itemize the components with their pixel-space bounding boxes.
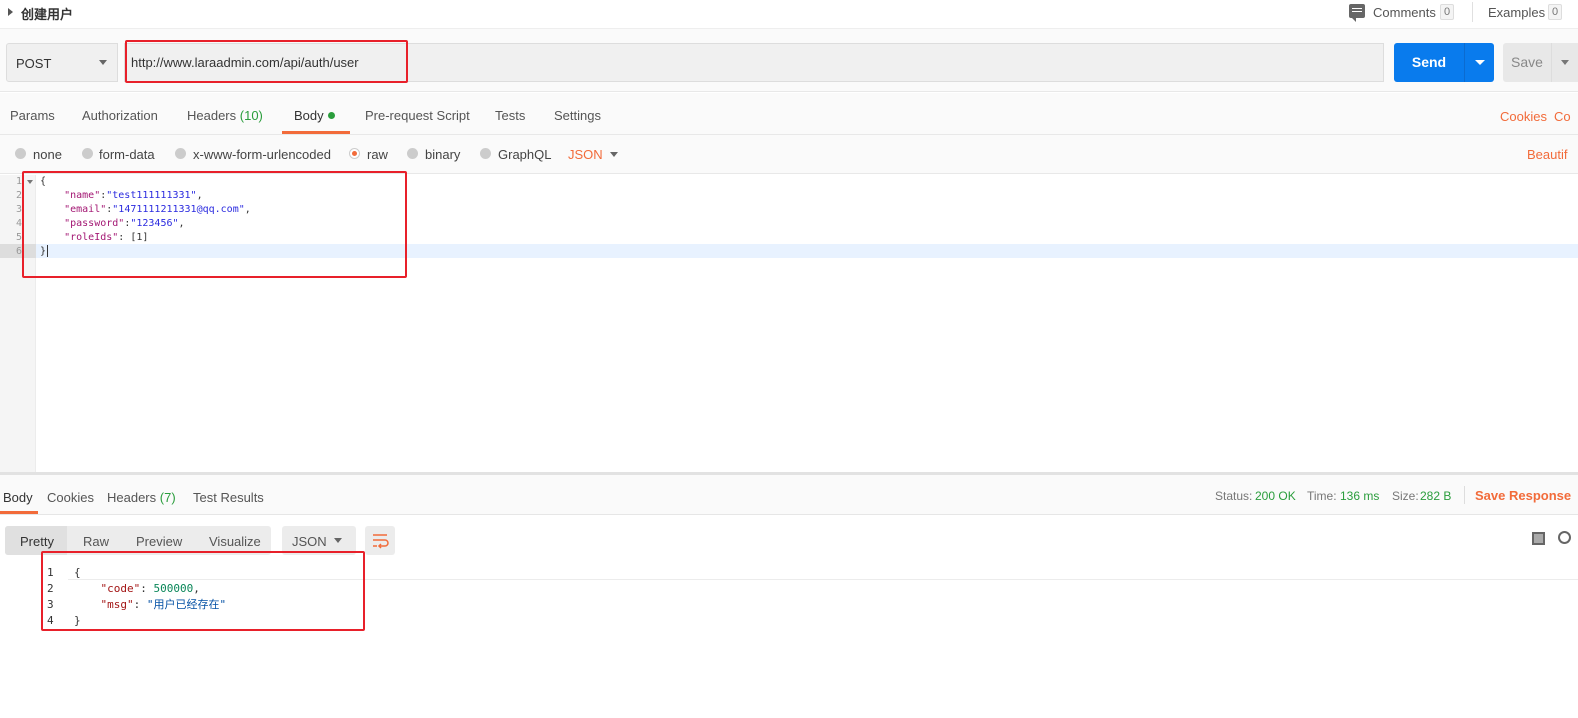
request-title-bar: [0, 0, 1578, 28]
radio-form-data-label[interactable]: form-data: [99, 147, 155, 162]
comments-icon[interactable]: [1349, 4, 1365, 22]
status-value[interactable]: 200 OK: [1255, 489, 1296, 503]
radio-none[interactable]: [15, 148, 26, 159]
annotation-box-response-body: [41, 551, 365, 631]
chevron-down-icon: [99, 60, 107, 65]
resp-tab-test-results[interactable]: Test Results: [193, 490, 264, 505]
resp-tab-cookies[interactable]: Cookies: [47, 490, 94, 505]
resp-tab-headers[interactable]: Headers (7): [107, 490, 176, 505]
radio-none-label[interactable]: none: [33, 147, 62, 162]
wrap-lines-button[interactable]: [365, 526, 395, 555]
annotation-box-request-body: [22, 171, 407, 278]
radio-binary[interactable]: [407, 148, 418, 159]
status-label: Status:: [1215, 489, 1253, 503]
method-label: POST: [16, 56, 52, 71]
body-status-dot: [328, 112, 335, 119]
tab-headers[interactable]: Headers (10): [187, 108, 263, 123]
examples-count-badge: 0: [1548, 4, 1563, 20]
radio-graphql[interactable]: [480, 148, 491, 159]
tab-headers-count: (10): [239, 108, 263, 123]
cookies-link[interactable]: Cookies: [1500, 109, 1547, 124]
resp-tab-headers-label: Headers: [107, 490, 157, 505]
comments-link[interactable]: Comments: [1373, 5, 1436, 20]
tab-params[interactable]: Params: [10, 108, 55, 123]
copy-icon[interactable]: [1532, 532, 1545, 545]
radio-graphql-label[interactable]: GraphQL: [498, 147, 551, 162]
tab-authorization[interactable]: Authorization: [82, 108, 158, 123]
send-options-dropdown[interactable]: [1464, 43, 1494, 82]
examples-link[interactable]: Examples: [1488, 5, 1545, 20]
view-raw-button[interactable]: Raw: [83, 534, 109, 549]
radio-form-data[interactable]: [82, 148, 93, 159]
view-visualize-button[interactable]: Visualize: [209, 534, 261, 549]
time-value[interactable]: 136 ms: [1340, 489, 1379, 503]
size-label: Size:: [1392, 489, 1419, 503]
save-button[interactable]: Save: [1503, 43, 1551, 82]
divider: [1472, 2, 1473, 22]
resp-tab-body[interactable]: Body: [3, 490, 33, 505]
wrap-lines-icon: [373, 534, 389, 549]
view-preview-button[interactable]: Preview: [136, 534, 182, 549]
send-button[interactable]: Send: [1394, 43, 1464, 82]
search-icon[interactable]: [1558, 531, 1571, 544]
code-link[interactable]: Co: [1554, 109, 1571, 124]
radio-binary-label[interactable]: binary: [425, 147, 460, 162]
response-format-label: JSON: [292, 534, 327, 549]
radio-raw-label[interactable]: raw: [367, 147, 388, 162]
size-value[interactable]: 282 B: [1420, 489, 1451, 503]
tab-body[interactable]: Body: [294, 108, 324, 123]
active-tab-indicator: [0, 511, 38, 514]
tab-pre-request-script[interactable]: Pre-request Script: [365, 108, 470, 123]
beautify-link[interactable]: Beautif: [1527, 147, 1567, 162]
comments-count-badge: 0: [1440, 4, 1455, 20]
save-options-dropdown[interactable]: [1551, 43, 1578, 82]
radio-raw[interactable]: [349, 148, 360, 159]
save-response-button[interactable]: Save Response: [1475, 488, 1571, 503]
time-label: Time:: [1307, 489, 1337, 503]
view-pretty-label[interactable]: Pretty: [20, 534, 54, 549]
annotation-box-url: [125, 40, 408, 83]
chevron-down-icon[interactable]: [610, 152, 618, 157]
tab-tests[interactable]: Tests: [495, 108, 525, 123]
chevron-down-icon: [334, 538, 342, 543]
radio-urlencoded-label[interactable]: x-www-form-urlencoded: [193, 147, 331, 162]
tab-headers-label: Headers: [187, 108, 237, 123]
request-name[interactable]: 创建用户: [21, 4, 73, 23]
resp-tab-headers-count: (7): [159, 490, 176, 505]
tab-settings[interactable]: Settings: [554, 108, 601, 123]
active-tab-indicator: [282, 131, 350, 134]
raw-format-select[interactable]: JSON: [568, 147, 603, 162]
divider: [1464, 486, 1465, 504]
radio-urlencoded[interactable]: [175, 148, 186, 159]
expand-caret-icon[interactable]: [8, 8, 13, 16]
